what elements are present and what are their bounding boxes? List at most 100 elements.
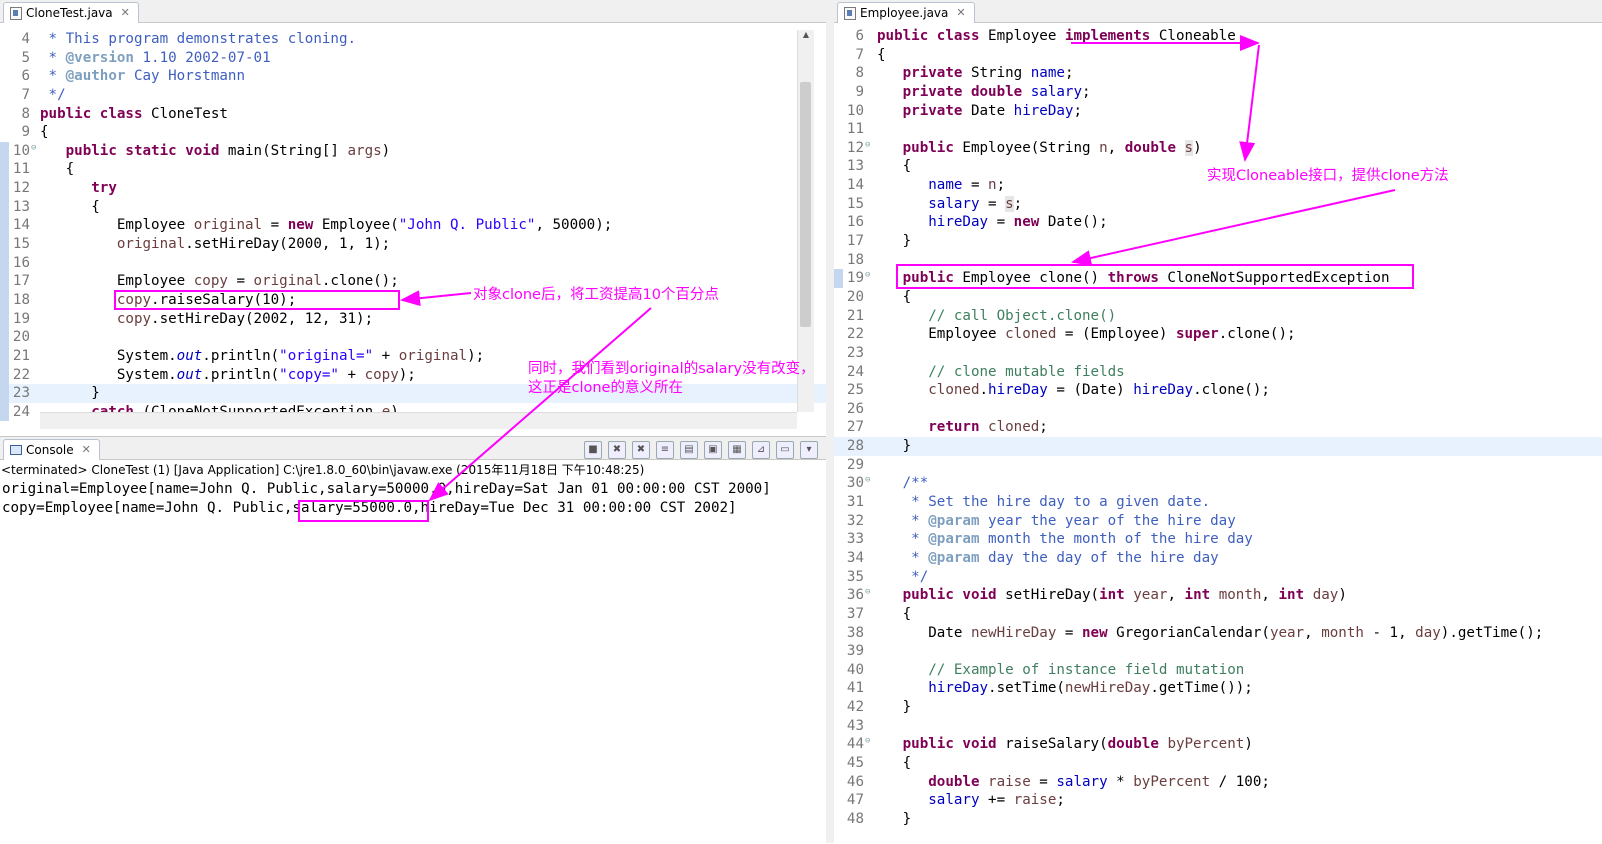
code-text: */	[877, 568, 929, 585]
left-horizontal-scrollbar[interactable]	[40, 412, 797, 429]
line-number: 17	[846, 233, 864, 250]
tab-employee-java[interactable]: Employee.java ✕	[837, 2, 975, 23]
code-line[interactable]: 41 hireDay.setTime(newHireDay.getTime())…	[834, 679, 1602, 698]
code-line[interactable]: 24 // clone mutable fields	[834, 363, 1602, 382]
code-line[interactable]: 30 ⊖ /**	[834, 474, 1602, 493]
fold-toggle-icon[interactable]: ⊖	[865, 732, 870, 751]
code-line[interactable]: 8 private String name;	[834, 64, 1602, 83]
display-console-icon[interactable]: ▭	[776, 441, 794, 459]
code-line[interactable]: 12 ⊖ public Employee(String n, double s)	[834, 139, 1602, 158]
code-line[interactable]: 10 ⊖ public static void main(String[] arg…	[0, 139, 826, 161]
code-line[interactable]: 35 */	[834, 568, 1602, 587]
code-line[interactable]: 31 * Set the hire day to a given date.	[834, 493, 1602, 512]
code-line[interactable]: 6 public class Employee implements Clonea…	[834, 27, 1602, 46]
code-line[interactable]: 7 */	[0, 86, 826, 105]
fold-toggle-icon[interactable]: ⊖	[865, 583, 870, 602]
fold-toggle-icon[interactable]: ⊖	[865, 471, 870, 490]
code-line[interactable]: 20 {	[834, 288, 1602, 307]
code-line[interactable]: 6 * @author Cay Horstmann	[0, 67, 826, 86]
fold-toggle-icon[interactable]: ⊖	[865, 266, 870, 285]
code-line[interactable]: 23	[834, 344, 1602, 363]
code-text: public class Employee implements Cloneab…	[877, 28, 1236, 44]
scroll-thumb[interactable]	[800, 82, 811, 327]
code-line[interactable]: 22 Employee cloned = (Employee) super.cl…	[834, 325, 1602, 344]
code-line[interactable]: 4 * This program demonstrates cloning.	[0, 30, 826, 49]
code-line[interactable]: 14 Employee original = new Employee("Joh…	[0, 216, 826, 236]
right-code-area[interactable]: 6 public class Employee implements Clonea…	[834, 27, 1602, 843]
code-line[interactable]: 48 }	[834, 810, 1602, 829]
code-line[interactable]: 38 Date newHireDay = new GregorianCalend…	[834, 624, 1602, 643]
code-line[interactable]: 20	[0, 328, 826, 347]
remove-launch-icon[interactable]: ✖	[608, 441, 626, 459]
remove-all-icon[interactable]: ✖	[632, 441, 650, 459]
code-line[interactable]: 40 // Example of instance field mutation	[834, 661, 1602, 680]
code-line[interactable]: 45 {	[834, 754, 1602, 773]
show-console-icon[interactable]: ▦	[728, 441, 746, 459]
code-line[interactable]: 15 original.setHireDay(2000, 1, 1);	[0, 235, 826, 254]
pin-console-icon[interactable]: ⊿	[752, 441, 770, 459]
code-line[interactable]: 29	[834, 456, 1602, 475]
scroll-up-arrow-icon[interactable]: ▲	[798, 30, 814, 44]
line-number: 32	[846, 512, 864, 529]
console-output-line: original=Employee[name=John Q. Public,sa…	[2, 481, 771, 497]
line-number: 24	[12, 403, 30, 420]
console-icon	[10, 445, 22, 455]
open-console-icon[interactable]: ▾	[800, 441, 818, 459]
code-line[interactable]: 8 public class CloneTest	[0, 105, 826, 124]
word-wrap-icon[interactable]: ▣	[704, 441, 722, 459]
line-number: 35	[846, 568, 864, 585]
vertical-splitter[interactable]	[826, 0, 834, 843]
code-line[interactable]: 17 }	[834, 232, 1602, 251]
code-line[interactable]: 19 copy.setHireDay(2002, 12, 31);	[0, 309, 826, 329]
code-line[interactable]: 5 * @version 1.10 2002-07-01	[0, 49, 826, 68]
tab-label: Employee.java	[860, 6, 949, 20]
left-code-area[interactable]: 4 * This program demonstrates cloning. 5 …	[0, 30, 826, 422]
code-line[interactable]: 36 ⊖ public void setHireDay(int year, int…	[834, 586, 1602, 605]
code-line[interactable]: 37 {	[834, 605, 1602, 624]
left-vertical-scrollbar[interactable]: ▲	[797, 30, 814, 412]
code-line[interactable]: 7{	[834, 46, 1602, 65]
code-line[interactable]: 27 return cloned;	[834, 418, 1602, 437]
code-line[interactable]: 11 {	[0, 160, 826, 180]
code-line[interactable]: 26	[834, 400, 1602, 419]
code-line[interactable]: 10 private Date hireDay;	[834, 102, 1602, 121]
tab-label: Console	[26, 443, 74, 457]
line-number: 42	[846, 699, 864, 716]
scroll-lock-icon[interactable]: ▤	[680, 441, 698, 459]
fold-toggle-icon[interactable]: ⊖	[865, 136, 870, 155]
code-line[interactable]: 12 try	[0, 179, 826, 198]
code-line[interactable]: 25 cloned.hireDay = (Date) hireDay.clone…	[834, 381, 1602, 400]
code-line[interactable]: 9 private double salary;	[834, 83, 1602, 102]
code-line[interactable]: 43	[834, 717, 1602, 736]
line-number: 36	[846, 587, 864, 604]
fold-toggle-icon[interactable]: ⊖	[31, 139, 36, 158]
code-line[interactable]: 46 double raise = salary * byPercent / 1…	[834, 773, 1602, 792]
tab-console[interactable]: Console ✕	[3, 439, 100, 460]
code-line[interactable]: 28 }	[834, 437, 1602, 456]
line-number: 16	[12, 254, 30, 271]
code-line[interactable]: 13 {	[0, 197, 826, 217]
code-line[interactable]: 39	[834, 642, 1602, 661]
code-line[interactable]: 16	[0, 253, 826, 273]
code-line[interactable]: 9{	[0, 123, 826, 142]
code-line[interactable]: 15 salary = s;	[834, 195, 1602, 214]
code-line[interactable]: 33 * @param month the month of the hire …	[834, 530, 1602, 549]
code-line[interactable]: 16 hireDay = new Date();	[834, 213, 1602, 232]
code-line[interactable]: 34 * @param day the day of the hire day	[834, 549, 1602, 568]
tab-clonetest-java[interactable]: CloneTest.java ✕	[3, 2, 139, 23]
code-line[interactable]: 11	[834, 120, 1602, 139]
close-tab-icon[interactable]: ✕	[82, 440, 91, 460]
clear-console-icon[interactable]: ≡	[656, 441, 674, 459]
close-tab-icon[interactable]: ✕	[121, 3, 130, 23]
terminate-icon[interactable]: ■	[584, 441, 602, 459]
code-line[interactable]: 32 * @param year the year of the hire da…	[834, 512, 1602, 531]
close-tab-icon[interactable]: ✕	[956, 3, 965, 23]
code-line[interactable]: 23 }	[0, 384, 826, 403]
code-line[interactable]: 21 // call Object.clone()	[834, 307, 1602, 326]
line-number: 18	[846, 251, 864, 268]
code-line[interactable]: 42 }	[834, 698, 1602, 717]
code-line[interactable]: 47 salary += raise;	[834, 791, 1602, 810]
line-number: 9	[855, 83, 864, 100]
line-number: 30	[846, 475, 864, 492]
code-line[interactable]: 44 ⊖ public void raiseSalary(double byPer…	[834, 735, 1602, 754]
